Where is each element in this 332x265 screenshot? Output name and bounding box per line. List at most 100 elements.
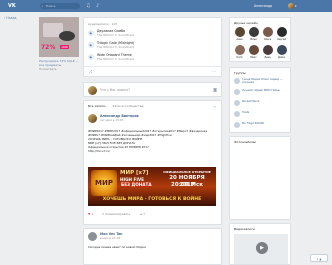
ad-title[interactable]: Распродажа 72% SALE — все предметы xyxy=(39,59,81,67)
group-name: Mo Flag4 ROUND xyxy=(242,122,265,125)
camera-icon[interactable]: ◙ xyxy=(213,87,217,92)
tab-community-posts[interactable]: Записи сообщества xyxy=(112,104,143,108)
user-name[interactable]: Александр xyxy=(254,2,272,10)
play-icon[interactable]: ▶ xyxy=(88,54,94,60)
friend-name: Сергей xyxy=(277,38,286,41)
ad-subtitle[interactable]: Посмотреть xyxy=(39,67,81,71)
avatar xyxy=(248,27,259,37)
friend-item[interactable]: Лена xyxy=(261,45,274,59)
feed-tabs: Все записи Записи сообщества xyxy=(88,104,150,108)
avatar[interactable] xyxy=(288,3,294,9)
friend-name: Лена xyxy=(264,56,271,59)
status-placeholder[interactable]: Что у Вас нового? xyxy=(100,88,130,92)
friend-item[interactable]: Илья xyxy=(247,27,260,41)
friend-name: Илья xyxy=(250,38,257,41)
vk-logo[interactable]: VK xyxy=(8,3,20,9)
group-avatar xyxy=(234,89,240,95)
like-count: 1 xyxy=(91,212,94,216)
video-header[interactable]: Видеозаписи xyxy=(234,227,255,231)
audio-track[interactable]: ▶ Wide Onboard Theme The Witcher 3: Soun… xyxy=(88,53,218,63)
post-time[interactable]: сегодня в 13:45 xyxy=(100,118,123,122)
bell-icon[interactable]: ♫ xyxy=(86,2,90,10)
play-icon[interactable]: ▶ xyxy=(256,242,268,254)
friend-name: Ольга xyxy=(263,38,272,41)
post-text: #МИР2017 #МИР2017 #официальный2017 #откр… xyxy=(88,129,216,153)
post-banner-image[interactable]: МИР МИР [x7] HIGH FIVE БЕЗ ДОНАТА ОФИЦИА… xyxy=(88,167,216,206)
top-bar: VK ⌕ Поиск ♫ ♪ Александр ▾ xyxy=(0,0,332,12)
comment-icon: ✎ xyxy=(102,212,105,216)
group-name: Rocket Mania xyxy=(242,100,260,103)
group-avatar xyxy=(234,111,240,117)
group-name: Лучший сервер MMO Гайды xyxy=(242,89,280,92)
track-artist: The Witcher 3: Soundtrack xyxy=(97,45,135,49)
share-icon: ➦ xyxy=(140,212,143,216)
chevron-down-icon[interactable]: ▾ xyxy=(295,2,297,10)
avatar xyxy=(248,45,259,55)
groups-block: Группы Гранд Медиа Ответ сервер — хороше… xyxy=(229,67,291,133)
video-block: Видеозаписи ▶ xyxy=(229,223,291,265)
feed-post: Mon Vec Ton вчера в 21:18 Сегодня пишем … xyxy=(83,228,222,265)
avatar xyxy=(88,86,97,95)
post-link[interactable]: http://mir-x7.ru/ xyxy=(88,149,216,153)
shuffle-icon[interactable]: ⤮ xyxy=(89,69,92,74)
like-button[interactable]: ♥ 1 xyxy=(88,212,93,216)
comment-label: Комментировать xyxy=(105,212,131,216)
friend-item[interactable]: Ольга xyxy=(261,27,274,41)
avatar xyxy=(262,27,273,37)
group-item[interactable]: Rocket Mania xyxy=(234,100,290,108)
post-time[interactable]: вчера в 21:18 xyxy=(100,236,120,240)
banner-slogan: ХОЧЕШЬ МИРА - ГОТОВЬСЯ К ВОЙНЕ xyxy=(102,197,202,202)
play-icon[interactable]: ▶ xyxy=(88,42,94,48)
groups-header[interactable]: Группы xyxy=(234,71,246,75)
avatar[interactable] xyxy=(88,232,97,241)
audio-block: Аудиозаписи · 115 ▶ Двуликие Cимба The W… xyxy=(83,17,222,77)
banner-badge: БЕЗ ДОНАТА xyxy=(120,182,153,187)
banner-logo: МИР xyxy=(91,170,117,196)
back-link[interactable]: ‹ Назад xyxy=(4,16,17,20)
group-item[interactable]: Гранд Медиа Ответ сервер — хорошее xyxy=(234,78,290,86)
friend-name: Катя xyxy=(236,56,243,59)
tab-all-posts[interactable]: Все записи xyxy=(88,104,105,108)
more-icon[interactable]: ⋯ xyxy=(212,69,216,74)
group-item[interactable]: Hosts xyxy=(234,111,290,119)
post-text: Сегодня пишем ивент по новой сборке xyxy=(88,245,146,249)
audio-header[interactable]: Аудиозаписи · 115 xyxy=(84,18,221,26)
friend-item[interactable]: Макс xyxy=(247,45,260,59)
friend-item[interactable]: Сергей xyxy=(275,27,288,41)
avatar xyxy=(276,45,287,55)
audio-track[interactable]: ▶ Trilogic Gate (Midnight) The Witcher 3… xyxy=(88,41,218,51)
search-input[interactable]: ⌕ Поиск xyxy=(40,3,80,9)
status-composer[interactable]: Что у Вас нового? ◙ xyxy=(83,82,222,97)
chat-toggle-button[interactable]: 1 ▲ xyxy=(310,254,328,262)
audio-track[interactable]: ▶ Двуликие Cимба The Witcher 3: Soundtra… xyxy=(88,29,218,39)
banner-time: 20:00 Мск xyxy=(171,182,203,188)
friends-header[interactable]: Друзья онлайн xyxy=(234,21,258,25)
avatar xyxy=(234,45,245,55)
search-icon: ⌕ xyxy=(41,4,44,8)
avatar xyxy=(234,27,245,37)
friend-name: Макс xyxy=(250,56,257,59)
banner-date-label: ОФИЦИАЛЬНОЕ ОТКРЫТИЕ xyxy=(163,170,211,174)
friend-item[interactable]: Анна xyxy=(233,27,246,41)
group-avatar xyxy=(234,100,240,106)
comment-button[interactable]: ✎ Комментировать xyxy=(102,212,130,216)
avatar[interactable] xyxy=(88,114,97,123)
share-button[interactable]: ➦ 7 xyxy=(140,212,145,216)
video-thumbnail[interactable]: ▶ xyxy=(234,234,288,264)
music-icon[interactable]: ♪ xyxy=(96,2,99,10)
group-avatar xyxy=(234,122,240,128)
friend-item[interactable]: Дима xyxy=(275,45,288,59)
friend-item[interactable]: Катя xyxy=(233,45,246,59)
group-item[interactable]: Mo Flag4 ROUND xyxy=(234,122,290,130)
advertisement[interactable]: 72% -990 Распродажа 72% SALE — все предм… xyxy=(39,17,81,91)
avatar xyxy=(262,45,273,55)
search-icon[interactable]: ⌕ xyxy=(214,104,216,109)
photos-block: Фотоальбомы xyxy=(229,136,291,220)
play-icon[interactable]: ▶ xyxy=(88,30,94,36)
banner-title: МИР [x7] xyxy=(120,170,149,176)
group-item[interactable]: Лучший сервер MMO Гайды xyxy=(234,89,290,97)
friend-name: Дима xyxy=(278,56,285,59)
ad-discount: 72% xyxy=(41,44,56,51)
photos-header[interactable]: Фотоальбомы xyxy=(234,140,256,144)
ad-image[interactable]: 72% -990 xyxy=(39,17,79,57)
